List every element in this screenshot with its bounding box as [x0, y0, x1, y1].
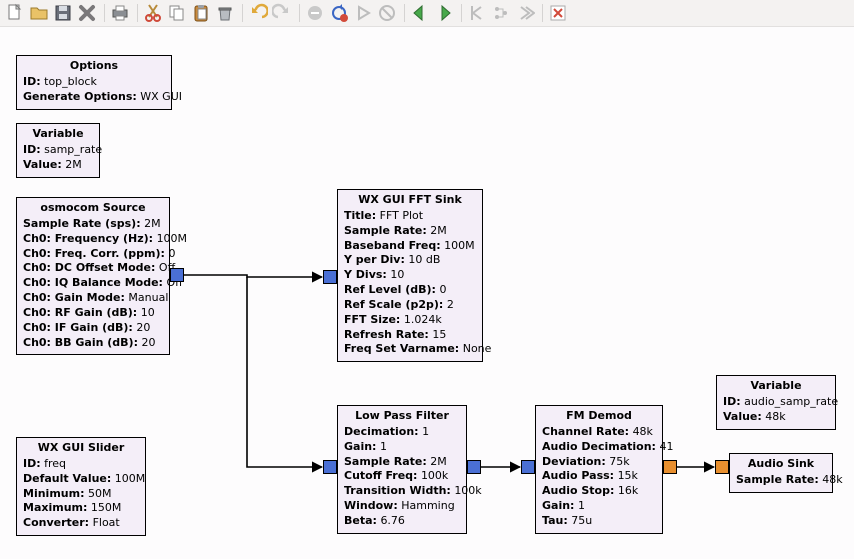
block-variable-audio-samp-rate[interactable]: Variable ID: audio_samp_rate Value: 48k	[716, 375, 836, 430]
back-icon[interactable]	[409, 2, 431, 24]
close-icon[interactable]	[76, 2, 98, 24]
block-title: Variable	[23, 127, 93, 142]
run-icon[interactable]	[352, 2, 374, 24]
rebuild-icon[interactable]	[328, 2, 350, 24]
block-audio-sink[interactable]: Audio Sink Sample Rate: 48k	[729, 453, 833, 493]
open-folder-icon[interactable]	[28, 2, 50, 24]
kill-icon[interactable]	[376, 2, 398, 24]
block-title: osmocom Source	[23, 201, 163, 216]
toolbar-separator	[404, 4, 405, 22]
cut-icon[interactable]	[142, 2, 164, 24]
port-fm-in[interactable]	[521, 460, 535, 474]
block-title: Audio Sink	[736, 457, 826, 472]
port-audio-in[interactable]	[715, 460, 729, 474]
paste-icon[interactable]	[190, 2, 212, 24]
toolbar-separator	[542, 4, 543, 22]
port-lpf-out[interactable]	[467, 460, 481, 474]
save-icon[interactable]	[52, 2, 74, 24]
toolbar-separator	[137, 4, 138, 22]
block-title: WX GUI Slider	[23, 441, 139, 456]
stop-icon[interactable]	[304, 2, 326, 24]
print-icon[interactable]	[109, 2, 131, 24]
tree-icon[interactable]	[490, 2, 512, 24]
redo-icon[interactable]	[271, 2, 293, 24]
port-osmocom-out[interactable]	[170, 268, 184, 282]
block-osmocom-source[interactable]: osmocom Source Sample Rate (sps): 2M Ch0…	[16, 197, 170, 355]
expand-icon[interactable]	[514, 2, 536, 24]
block-fft-sink[interactable]: WX GUI FFT Sink Title: FFT Plot Sample R…	[337, 189, 483, 362]
port-fft-in[interactable]	[323, 270, 337, 284]
block-options[interactable]: Options ID: top_block Generate Options: …	[16, 55, 172, 110]
error-icon[interactable]	[547, 2, 569, 24]
port-fm-out[interactable]	[663, 460, 677, 474]
toolbar-separator	[242, 4, 243, 22]
toolbar-separator	[104, 4, 105, 22]
block-low-pass-filter[interactable]: Low Pass Filter Decimation: 1 Gain: 1 Sa…	[337, 405, 467, 534]
collapse-icon[interactable]	[466, 2, 488, 24]
toolbar-separator	[299, 4, 300, 22]
block-wx-slider[interactable]: WX GUI Slider ID: freq Default Value: 10…	[16, 437, 146, 536]
block-title: Options	[23, 59, 165, 74]
block-title: WX GUI FFT Sink	[344, 193, 476, 208]
toolbar	[0, 0, 854, 27]
port-lpf-in[interactable]	[323, 460, 337, 474]
block-variable-samp-rate[interactable]: Variable ID: samp_rate Value: 2M	[16, 123, 100, 178]
block-title: Variable	[723, 379, 829, 394]
toolbar-separator	[461, 4, 462, 22]
undo-icon[interactable]	[247, 2, 269, 24]
block-title: Low Pass Filter	[344, 409, 460, 424]
delete-icon[interactable]	[214, 2, 236, 24]
new-file-icon[interactable]	[4, 2, 26, 24]
flowgraph-canvas[interactable]: Options ID: top_block Generate Options: …	[0, 27, 854, 559]
copy-icon[interactable]	[166, 2, 188, 24]
block-fm-demod[interactable]: FM Demod Channel Rate: 48k Audio Decimat…	[535, 405, 663, 534]
block-title: FM Demod	[542, 409, 656, 424]
forward-icon[interactable]	[433, 2, 455, 24]
